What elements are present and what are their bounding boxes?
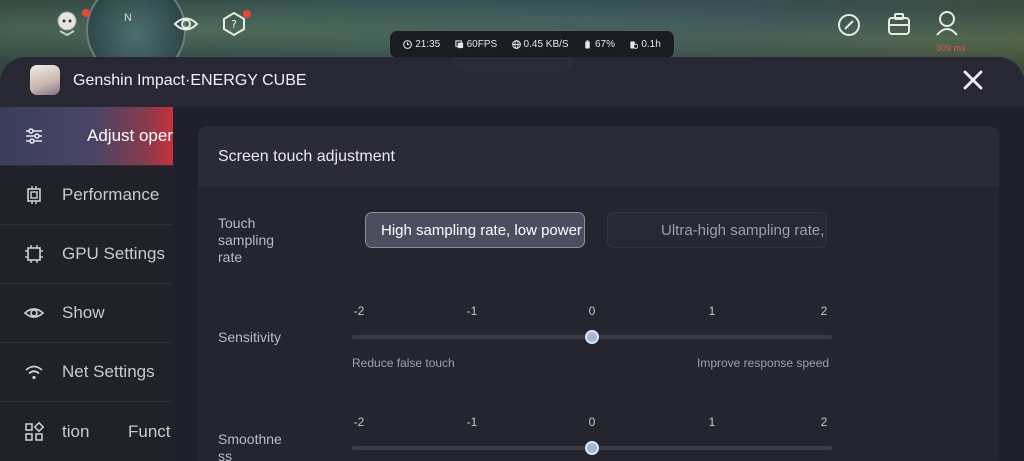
sensitivity-min-hint: Reduce false touch xyxy=(352,356,455,370)
tick-label: -1 xyxy=(466,304,478,318)
notification-badge xyxy=(82,9,90,17)
high-sampling-option[interactable]: High sampling rate, low power xyxy=(365,212,585,248)
battery-status: 67% xyxy=(583,39,615,50)
label-line: sampling xyxy=(218,232,275,248)
quest-badge xyxy=(243,10,251,18)
fps-value: 60FPS xyxy=(466,39,498,50)
ping-readout: 309 ms xyxy=(936,43,966,53)
network-status: 0.45 KB/S xyxy=(511,39,569,50)
settings-card: Screen touch adjustment Touch sampling r… xyxy=(198,126,999,461)
sidebar: Adjust oper Performance GPU Settings Sho… xyxy=(0,107,173,461)
battery-value: 67% xyxy=(594,39,615,50)
time-value: 21:35 xyxy=(415,39,441,50)
sidebar-item-label: Performance xyxy=(62,185,160,204)
sliders-icon xyxy=(26,128,42,144)
smoothness-label: Smoothne ss xyxy=(218,431,282,461)
sensitivity-slider-thumb[interactable] xyxy=(585,330,599,344)
wifi-icon xyxy=(25,365,43,380)
sidebar-item-function[interactable]: tion Funct xyxy=(0,402,173,461)
character-avatar-icon[interactable] xyxy=(932,8,962,38)
tick-label: 0 xyxy=(588,415,596,429)
section-title: Screen touch adjustment xyxy=(218,148,395,165)
tick-label: 2 xyxy=(820,415,828,429)
label-line: Smoothne xyxy=(218,431,282,447)
sidebar-item-label-secondary: Funct xyxy=(128,421,171,441)
performance-status-bar: 21:35 60FPS 0.45 KB/S 67% 0.1h xyxy=(389,30,675,59)
energy-cube-panel: Genshin Impact·ENERGY CUBE Adjust oper P… xyxy=(0,57,1024,461)
camera-notch xyxy=(452,58,574,72)
close-button[interactable] xyxy=(960,69,986,95)
eye-icon xyxy=(23,308,45,318)
panel-title: Genshin Impact·ENERGY CUBE xyxy=(73,72,307,89)
battery-time-icon xyxy=(630,41,639,49)
duration-status: 0.1h xyxy=(629,39,661,50)
sidebar-item-adjust-operation[interactable]: Adjust oper xyxy=(0,107,173,166)
sidebar-item-label: Net Settings xyxy=(62,362,155,381)
sidebar-item-label: Show xyxy=(62,303,105,322)
tick-label: 2 xyxy=(820,304,828,318)
sidebar-item-label: GPU Settings xyxy=(62,244,165,263)
sidebar-item-label: Adjust oper xyxy=(87,126,173,145)
duration-value: 0.1h xyxy=(641,39,661,50)
tick-label: -1 xyxy=(466,415,478,429)
smoothness-ticks: -2 -1 0 1 2 xyxy=(352,415,832,429)
sidebar-item-gpu-settings[interactable]: GPU Settings xyxy=(0,225,173,284)
eye-scan-icon[interactable] xyxy=(171,9,201,39)
smoothness-slider-thumb[interactable] xyxy=(585,441,599,455)
card-header: Screen touch adjustment xyxy=(198,126,999,187)
tick-label: -2 xyxy=(353,415,365,429)
compass-icon[interactable] xyxy=(834,10,864,40)
network-value: 0.45 KB/S xyxy=(523,39,569,50)
label-line: Touch xyxy=(218,215,256,231)
sidebar-item-performance[interactable]: Performance xyxy=(0,166,173,225)
sidebar-item-show[interactable]: Show xyxy=(0,284,173,343)
sensitivity-label: Sensitivity xyxy=(218,329,282,345)
tick-label: 1 xyxy=(708,415,716,429)
close-icon xyxy=(963,70,983,90)
battery-icon xyxy=(585,40,590,49)
sidebar-item-net-settings[interactable]: Net Settings xyxy=(0,343,173,402)
tick-label: 0 xyxy=(588,304,596,318)
grid-icon xyxy=(25,421,45,441)
svg-text:?: ? xyxy=(231,18,237,31)
tick-label: 1 xyxy=(708,304,716,318)
time-status: 21:35 xyxy=(403,39,440,50)
paimon-menu-icon[interactable] xyxy=(52,8,82,38)
chip-icon xyxy=(27,186,41,204)
sensitivity-max-hint: Improve response speed xyxy=(697,356,830,370)
label-line: ss xyxy=(218,448,232,461)
smoothness-slider-track[interactable] xyxy=(352,441,832,455)
backpack-icon[interactable] xyxy=(884,10,914,40)
sidebar-item-label: tion xyxy=(62,421,90,441)
app-icon xyxy=(30,65,60,95)
clock-icon xyxy=(403,40,413,49)
sensitivity-slider-track[interactable] xyxy=(352,330,832,344)
tick-label: -2 xyxy=(353,304,365,318)
compass-north-label: N xyxy=(124,12,132,24)
globe-icon xyxy=(511,40,521,49)
sensitivity-ticks: -2 -1 0 1 2 xyxy=(352,304,832,318)
frames-icon xyxy=(454,40,463,49)
gpu-icon xyxy=(25,245,43,263)
touch-sampling-label: Touch sampling rate xyxy=(218,215,274,266)
ultra-high-sampling-option[interactable]: Ultra-high sampling rate, l xyxy=(607,212,827,248)
fps-status: 60FPS xyxy=(454,39,498,50)
label-line: rate xyxy=(218,249,243,265)
